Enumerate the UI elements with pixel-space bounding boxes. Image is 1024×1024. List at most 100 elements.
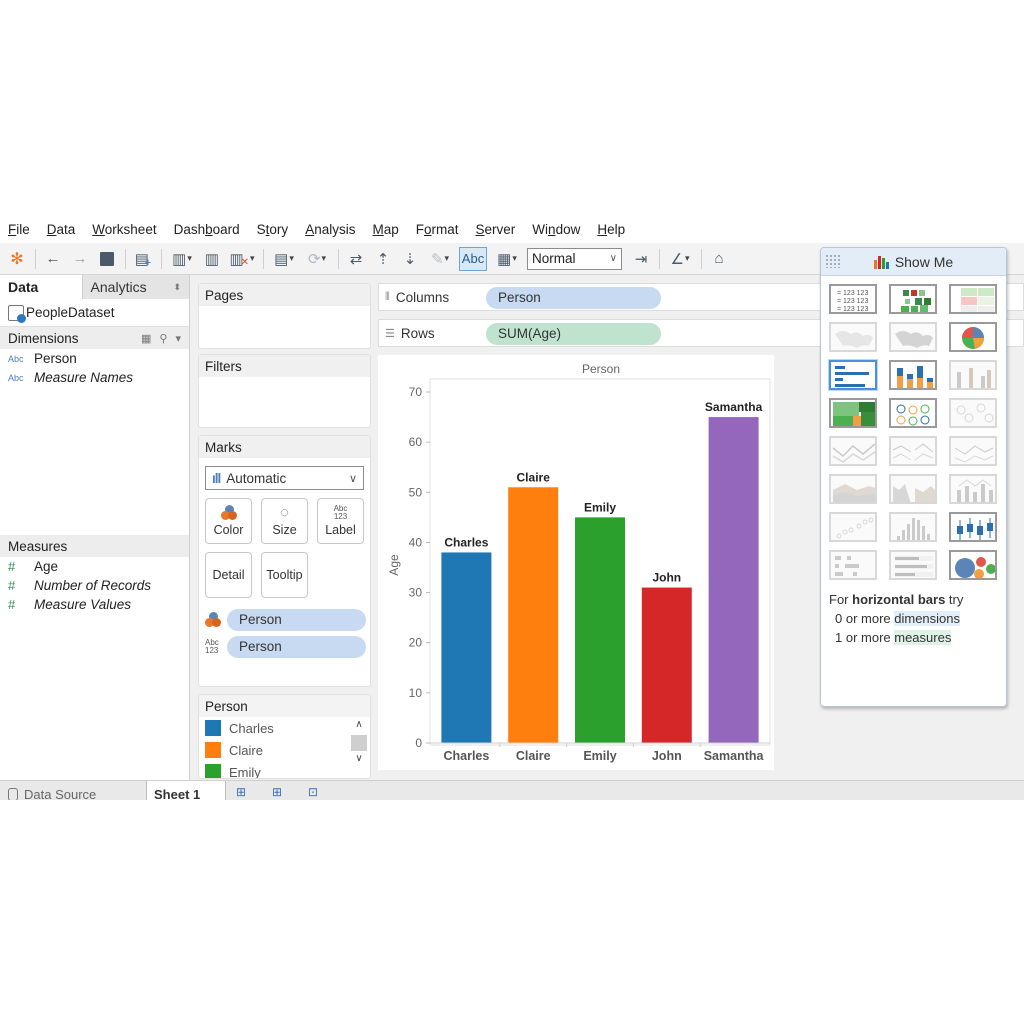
show-me-text-table[interactable]: = 123 123 = 123 123 = 123 123 (829, 284, 877, 314)
show-me-stacked-bars[interactable] (889, 360, 937, 390)
forward-arrow-icon[interactable]: → (69, 248, 91, 270)
duplicate-sheet-icon[interactable]: ▥ (201, 248, 223, 270)
view-toggle-icon[interactable]: ▦ (141, 332, 151, 345)
show-me-pie-chart[interactable] (949, 322, 997, 352)
tooltip-button[interactable]: Tooltip (261, 552, 308, 598)
show-me-bullet-graph[interactable] (889, 550, 937, 580)
show-me-gantt-chart[interactable] (829, 550, 877, 580)
show-me-filled-map[interactable] (889, 322, 937, 352)
new-datasource-icon[interactable]: ▤ + (132, 248, 154, 270)
show-me-highlight-table[interactable] (949, 284, 997, 314)
data-source-tab[interactable]: Data Source (8, 787, 96, 800)
bar-samantha (708, 417, 759, 743)
label-person-pill[interactable]: Person (227, 636, 366, 658)
x-tick-label: Emily (583, 749, 616, 763)
scroll-up-icon[interactable]: ∧ (351, 719, 367, 733)
color-legend-card: Person Charles Claire Emily ∧ ∨ (198, 694, 371, 779)
menu-worksheet[interactable]: Worksheet (92, 222, 156, 237)
show-me-scatter-plot[interactable] (829, 512, 877, 542)
show-me-chart-icon[interactable]: ▦ (492, 248, 522, 270)
label-button[interactable]: Abc 123 Label (317, 498, 364, 544)
presentation-icon[interactable]: ⌂ (708, 248, 730, 270)
menu-server[interactable]: Server (476, 222, 516, 237)
menu-help[interactable]: Help (597, 222, 625, 237)
menu-analysis[interactable]: Analysis (305, 222, 355, 237)
show-me-dual-lines[interactable] (949, 436, 997, 466)
show-me-symbol-map[interactable] (829, 322, 877, 352)
legend-item[interactable]: Emily (199, 761, 370, 778)
search-icon[interactable]: ⚲ (159, 332, 167, 345)
color-icon (220, 505, 237, 523)
pages-card[interactable]: Pages (198, 283, 371, 349)
menu-map[interactable]: Map (372, 222, 398, 237)
field-person[interactable]: Abc Person (0, 349, 189, 368)
show-labels-button[interactable]: Abc (459, 246, 487, 271)
filters-card[interactable]: Filters (198, 354, 371, 428)
new-worksheet-icon[interactable]: ▥ (168, 248, 196, 270)
legend-item[interactable]: Charles (199, 717, 370, 739)
menu-dashboard[interactable]: Dashboard (174, 222, 240, 237)
legend-item[interactable]: Claire (199, 739, 370, 761)
datasource-item[interactable]: PeopleDataset (0, 299, 189, 327)
show-me-treemap[interactable] (829, 398, 877, 428)
fit-select[interactable]: Normal ∨ (527, 247, 622, 270)
clear-sheet-icon[interactable]: ▥ ✕ (228, 248, 256, 270)
scroll-down-icon[interactable]: ∨ (351, 753, 367, 767)
new-worksheet-icon[interactable]: ⊞ (236, 785, 246, 799)
tab-analytics[interactable]: Analytics ⬍ (81, 275, 189, 299)
size-icon: ◌ (280, 504, 289, 521)
menu-format[interactable]: Format (416, 222, 459, 237)
tab-data[interactable]: Data (0, 275, 82, 299)
show-me-histogram[interactable] (889, 512, 937, 542)
menu-window[interactable]: Window (532, 222, 580, 237)
show-me-box-and-whisker[interactable] (949, 512, 997, 542)
field-number-of-records[interactable]: # Number of Records (0, 576, 189, 595)
color-button[interactable]: Color (205, 498, 252, 544)
chevron-down-icon[interactable]: ▾ (175, 332, 181, 345)
show-me-header[interactable]: Show Me (821, 248, 1006, 276)
show-me-continuous-lines[interactable] (829, 436, 877, 466)
sort-ascending-icon[interactable]: ⇡ (372, 248, 394, 270)
field-age[interactable]: # Age (0, 557, 189, 576)
new-story-icon[interactable]: ⊡ (308, 785, 318, 799)
menu-file[interactable]: File (8, 222, 30, 237)
color-person-pill[interactable]: Person (227, 609, 366, 631)
field-measure-names[interactable]: Abc Measure Names (0, 368, 189, 387)
columns-person-pill[interactable]: Person (486, 287, 661, 309)
size-button[interactable]: ◌ Size (261, 498, 308, 544)
show-me-area-discrete[interactable] (889, 474, 937, 504)
grip-icon[interactable] (825, 254, 841, 268)
new-dashboard-icon[interactable]: ⊞ (272, 785, 282, 799)
annotate-icon[interactable]: ∠ (666, 248, 694, 270)
filled-map-icon (895, 331, 933, 348)
show-me-discrete-lines[interactable] (889, 436, 937, 466)
legend-scrollbar[interactable]: ∧ ∨ (351, 719, 367, 775)
sheet-tab[interactable]: Sheet 1 (146, 781, 226, 800)
pin-axis-icon[interactable]: ⇥ (630, 248, 652, 270)
rows-sum-age-pill[interactable]: SUM(Age) (486, 323, 661, 345)
sort-descending-icon[interactable]: ⇣ (399, 248, 421, 270)
tableau-logo-icon[interactable]: ✻ (6, 248, 28, 270)
menu-story[interactable]: Story (257, 222, 289, 237)
show-me-heat-map[interactable] (889, 284, 937, 314)
scroll-thumb[interactable] (351, 735, 367, 751)
show-me-side-by-side-bars[interactable] (949, 360, 997, 390)
show-me-dual-combination[interactable] (949, 474, 997, 504)
highlight-icon[interactable]: ✎ (426, 248, 454, 270)
detail-button[interactable]: Detail (205, 552, 252, 598)
side-by-side-bars-icon (957, 368, 991, 388)
swap-icon[interactable]: ⇄ (345, 248, 367, 270)
show-me-side-by-side-circles[interactable] (949, 398, 997, 428)
show-me-packed-bubbles[interactable] (949, 550, 997, 580)
show-me-area-continuous[interactable] (829, 474, 877, 504)
field-measure-values[interactable]: # Measure Values (0, 595, 189, 614)
y-tick-label: 60 (409, 435, 423, 449)
mark-type-select[interactable]: ıll Automatic ∨ (205, 466, 364, 490)
show-me-horizontal-bars[interactable] (829, 360, 877, 390)
refresh-icon[interactable]: ⟳ (303, 248, 331, 270)
show-me-circle-views[interactable] (889, 398, 937, 428)
pause-updates-icon[interactable]: ▤ (270, 248, 298, 270)
save-icon[interactable] (96, 248, 118, 270)
back-arrow-icon[interactable]: ← (42, 248, 64, 270)
menu-data[interactable]: Data (47, 222, 76, 237)
